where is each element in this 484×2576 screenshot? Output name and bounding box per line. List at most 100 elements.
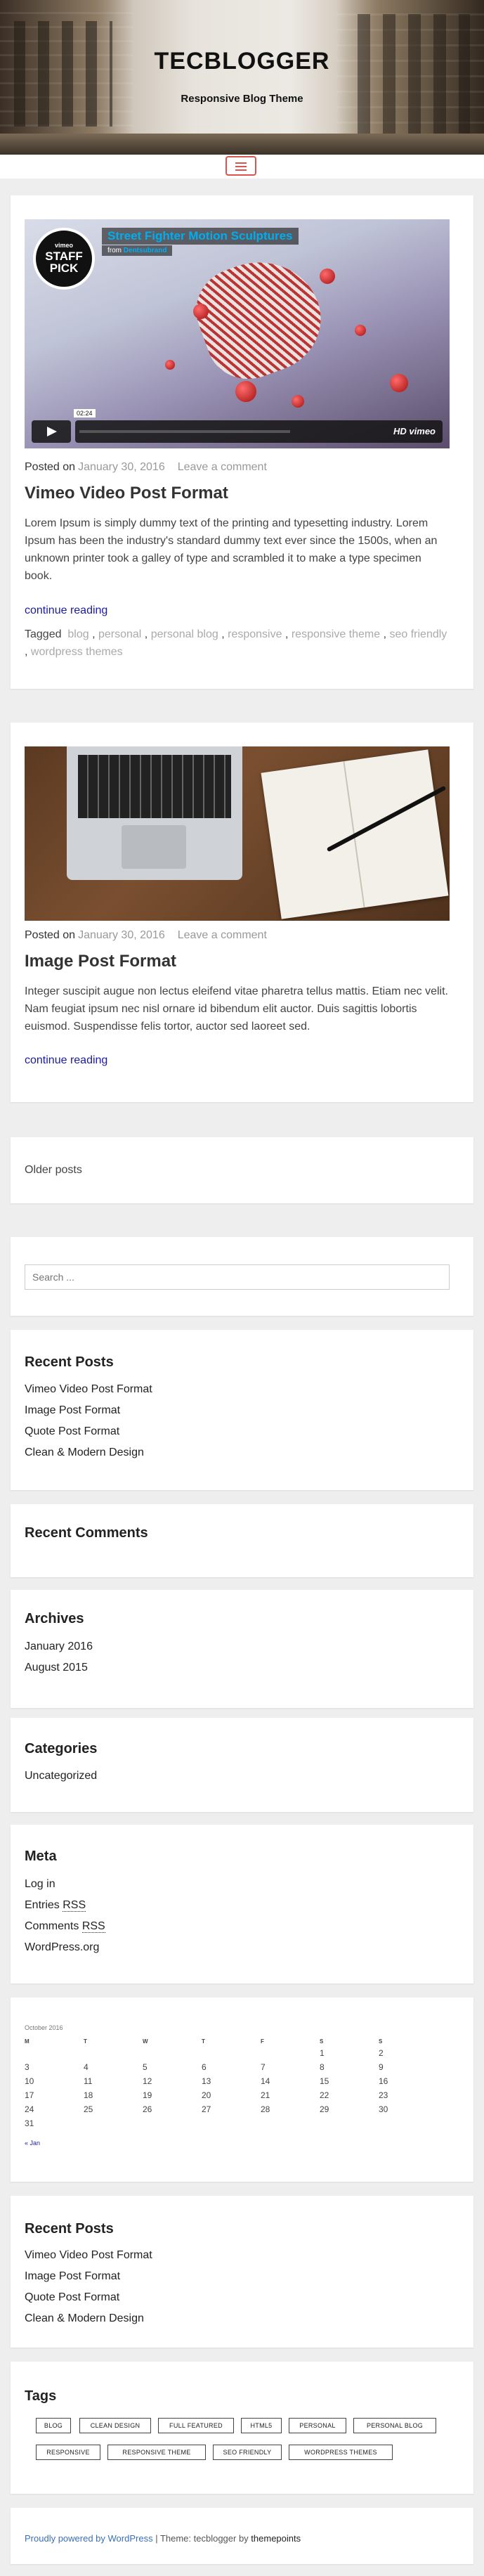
wordpress-org-link[interactable]: WordPress.org bbox=[25, 1941, 99, 1954]
post-featured-image[interactable] bbox=[25, 746, 450, 921]
calendar-day: 3 bbox=[25, 2062, 30, 2072]
entries-rss-link[interactable]: Entries RSS bbox=[25, 1899, 86, 1912]
rss-abbr: RSS bbox=[81, 1920, 105, 1933]
video-ball bbox=[235, 381, 256, 402]
recent-post-link[interactable]: Quote Post Format bbox=[25, 1425, 119, 1438]
tag-button[interactable]: PERSONAL BLOG bbox=[353, 2418, 436, 2433]
hamburger-icon bbox=[235, 166, 247, 167]
calendar-day: 30 bbox=[379, 2104, 388, 2114]
calendar-day: 28 bbox=[261, 2104, 270, 2114]
recent-comments-title: Recent Comments bbox=[25, 1525, 148, 1541]
video-ball bbox=[320, 268, 335, 284]
recent-post-link[interactable]: Image Post Format bbox=[25, 1404, 120, 1417]
tag-link[interactable]: seo friendly bbox=[389, 628, 447, 640]
calendar-day: 18 bbox=[84, 2090, 93, 2100]
recent-posts-title: Recent Posts bbox=[25, 2221, 114, 2237]
calendar-day: 5 bbox=[143, 2062, 148, 2072]
video-ball bbox=[193, 304, 209, 319]
search-input[interactable] bbox=[25, 1264, 450, 1290]
menu-toggle-button[interactable] bbox=[225, 156, 256, 176]
site-header: TECBLOGGER Responsive Blog Theme bbox=[0, 0, 484, 155]
posted-on-label: Posted on bbox=[25, 461, 76, 473]
recent-post-link[interactable]: Vimeo Video Post Format bbox=[25, 1383, 152, 1396]
video-sculpture bbox=[184, 244, 336, 391]
calendar-day: 17 bbox=[25, 2090, 34, 2100]
archive-link[interactable]: January 2016 bbox=[25, 1640, 93, 1653]
footer-theme-text: | Theme: tecblogger by bbox=[152, 2533, 251, 2544]
post-date-link[interactable]: January 30, 2016 bbox=[78, 461, 165, 473]
post-title[interactable]: Image Post Format bbox=[25, 952, 176, 971]
continue-reading-link[interactable]: continue reading bbox=[25, 1054, 107, 1067]
powered-by-link[interactable]: Proudly powered by WordPress bbox=[25, 2533, 153, 2544]
recent-post-link[interactable]: Quote Post Format bbox=[25, 2291, 119, 2304]
vimeo-logo[interactable]: HD vimeo bbox=[393, 426, 436, 436]
calendar-day: 2 bbox=[379, 2048, 384, 2058]
calendar-prev-link[interactable]: « Jan bbox=[25, 2140, 40, 2147]
login-link[interactable]: Log in bbox=[25, 1878, 55, 1891]
video-title[interactable]: Street Fighter Motion Sculptures bbox=[102, 228, 299, 245]
comments-label: Comments bbox=[25, 1920, 79, 1932]
recent-post-link[interactable]: Clean & Modern Design bbox=[25, 1446, 144, 1459]
trackpad-image bbox=[122, 825, 186, 869]
archive-link[interactable]: August 2015 bbox=[25, 1662, 88, 1674]
tag-button[interactable]: SEO FRIENDLY bbox=[213, 2445, 282, 2460]
continue-reading-link[interactable]: continue reading bbox=[25, 604, 107, 617]
post-meta: Posted on January 30, 2016 Leave a comment bbox=[25, 929, 267, 942]
recent-post-link[interactable]: Clean & Modern Design bbox=[25, 2312, 144, 2325]
video-ball bbox=[165, 360, 175, 370]
calendar-table: October 2016 M T W T F S S 1 2 3 4 5 6 7 8 9 10 11 12 13 14 1… bbox=[25, 2024, 450, 2128]
tag-link[interactable]: responsive bbox=[228, 628, 282, 640]
header-street bbox=[0, 134, 484, 155]
comments-rss-link[interactable]: Comments RSS bbox=[25, 1920, 105, 1933]
theme-author-link[interactable]: themepoints bbox=[251, 2533, 301, 2544]
calendar-day: 4 bbox=[84, 2062, 89, 2072]
tag-button[interactable]: BLOG bbox=[36, 2418, 71, 2433]
recent-post-link[interactable]: Image Post Format bbox=[25, 2270, 120, 2283]
site-title[interactable]: TECBLOGGER bbox=[0, 48, 484, 75]
tag-button[interactable]: RESPONSIVE THEME bbox=[107, 2445, 206, 2460]
video-author-link[interactable]: Dentsubrand bbox=[124, 247, 167, 254]
recent-posts-title: Recent Posts bbox=[25, 1354, 114, 1370]
calendar-day: 8 bbox=[320, 2062, 325, 2072]
calendar-day: 15 bbox=[320, 2076, 329, 2086]
calendar-day: 23 bbox=[379, 2090, 388, 2100]
video-player[interactable]: vimeo STAFF PICK Street Fighter Motion S… bbox=[25, 219, 450, 448]
tag-link[interactable]: blog bbox=[67, 628, 89, 640]
tag-button[interactable]: RESPONSIVE bbox=[36, 2445, 100, 2460]
video-progress-track[interactable] bbox=[79, 430, 290, 433]
post-date-link[interactable]: January 30, 2016 bbox=[78, 929, 165, 941]
recent-post-link[interactable]: Vimeo Video Post Format bbox=[25, 2249, 152, 2262]
footer-credits: Proudly powered by WordPress | Theme: te… bbox=[25, 2533, 301, 2544]
posted-on-label: Posted on bbox=[25, 929, 76, 941]
older-posts-link[interactable]: Older posts bbox=[25, 1164, 82, 1177]
leave-comment-link[interactable]: Leave a comment bbox=[178, 461, 267, 473]
laptop-image bbox=[67, 746, 242, 880]
video-controls: HD vimeo bbox=[75, 420, 443, 443]
calendar-day-header: S bbox=[320, 2038, 324, 2045]
rss-abbr: RSS bbox=[63, 1899, 86, 1912]
header-building-right bbox=[336, 0, 484, 155]
tag-button[interactable]: WORDPRESS THEMES bbox=[289, 2445, 393, 2460]
tag-button[interactable]: FULL FEATURED bbox=[158, 2418, 234, 2433]
archives-title: Archives bbox=[25, 1611, 84, 1626]
tag-button[interactable]: CLEAN DESIGN bbox=[79, 2418, 151, 2433]
tag-link[interactable]: personal blog bbox=[151, 628, 218, 640]
calendar-day-header: T bbox=[84, 2038, 87, 2045]
tag-link[interactable]: personal bbox=[98, 628, 141, 640]
category-link[interactable]: Uncategorized bbox=[25, 1770, 97, 1782]
calendar-day: 24 bbox=[25, 2104, 34, 2114]
calendar-day: 31 bbox=[25, 2118, 34, 2128]
calendar-week-row: 31 bbox=[25, 2118, 450, 2130]
calendar-week-row: 10 11 12 13 14 15 16 bbox=[25, 2076, 450, 2088]
calendar-day: 6 bbox=[202, 2062, 207, 2072]
leave-comment-link[interactable]: Leave a comment bbox=[178, 929, 267, 941]
tag-button[interactable]: HTML5 bbox=[241, 2418, 282, 2433]
calendar-day-header: W bbox=[143, 2038, 148, 2045]
tag-link[interactable]: wordpress themes bbox=[31, 646, 123, 658]
calendar-day: 22 bbox=[320, 2090, 329, 2100]
tag-link[interactable]: responsive theme bbox=[292, 628, 380, 640]
post-title[interactable]: Vimeo Video Post Format bbox=[25, 484, 228, 503]
play-icon[interactable] bbox=[32, 420, 71, 443]
calendar-caption: October 2016 bbox=[25, 2024, 63, 2031]
tag-button[interactable]: PERSONAL bbox=[289, 2418, 346, 2433]
